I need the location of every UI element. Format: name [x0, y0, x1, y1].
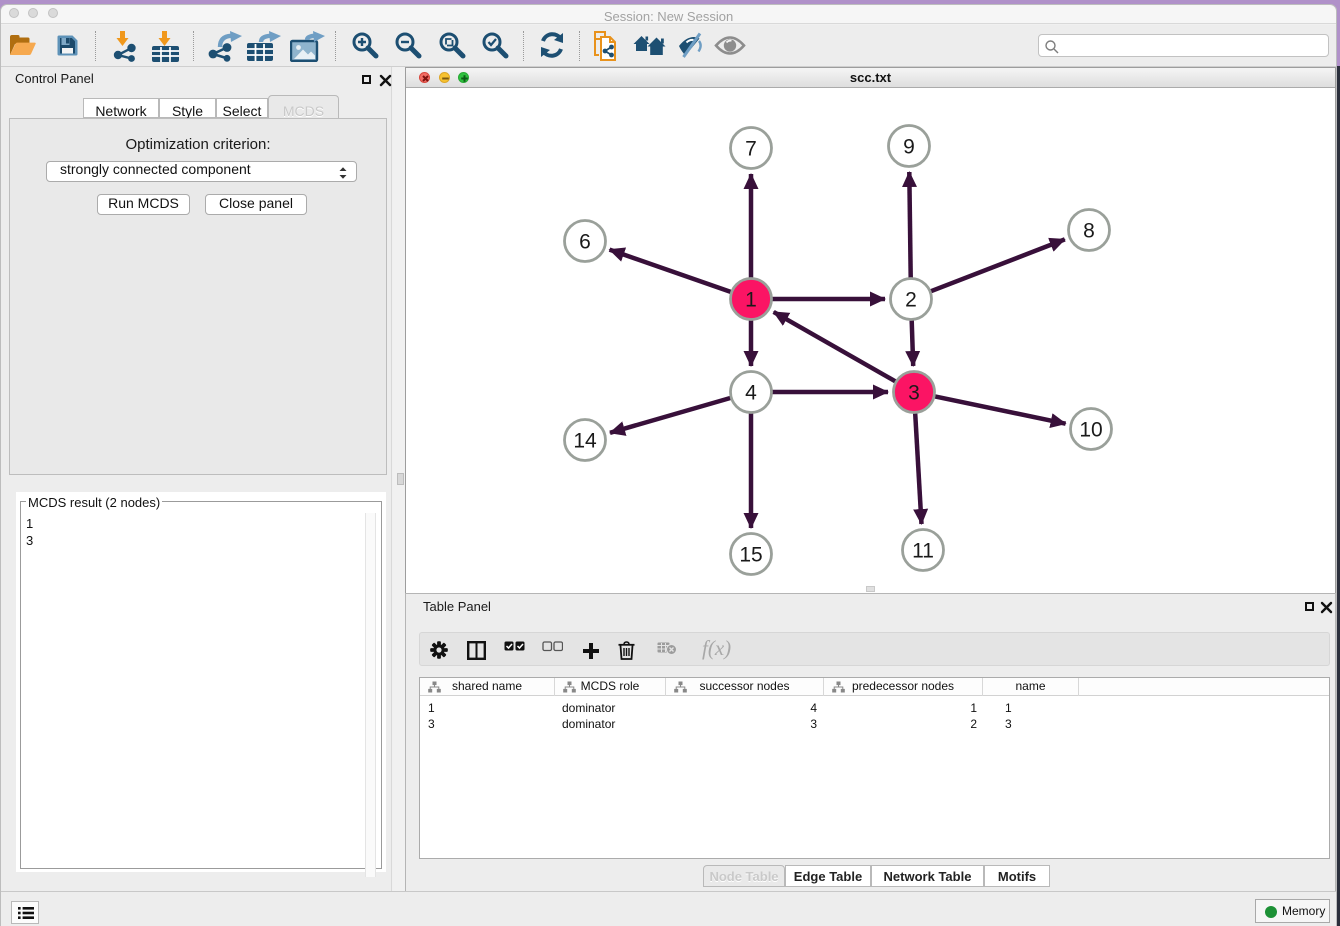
svg-text:8: 8	[1083, 220, 1095, 243]
svg-text:6: 6	[579, 231, 591, 254]
svg-text:1: 1	[745, 289, 757, 312]
svg-text:10: 10	[1079, 419, 1102, 442]
svg-text:9: 9	[903, 136, 915, 159]
svg-text:7: 7	[745, 138, 757, 161]
svg-text:4: 4	[745, 382, 757, 405]
svg-text:14: 14	[573, 430, 597, 453]
svg-text:2: 2	[905, 289, 917, 312]
svg-text:15: 15	[739, 544, 762, 567]
svg-text:3: 3	[908, 382, 920, 405]
svg-text:11: 11	[912, 540, 934, 563]
